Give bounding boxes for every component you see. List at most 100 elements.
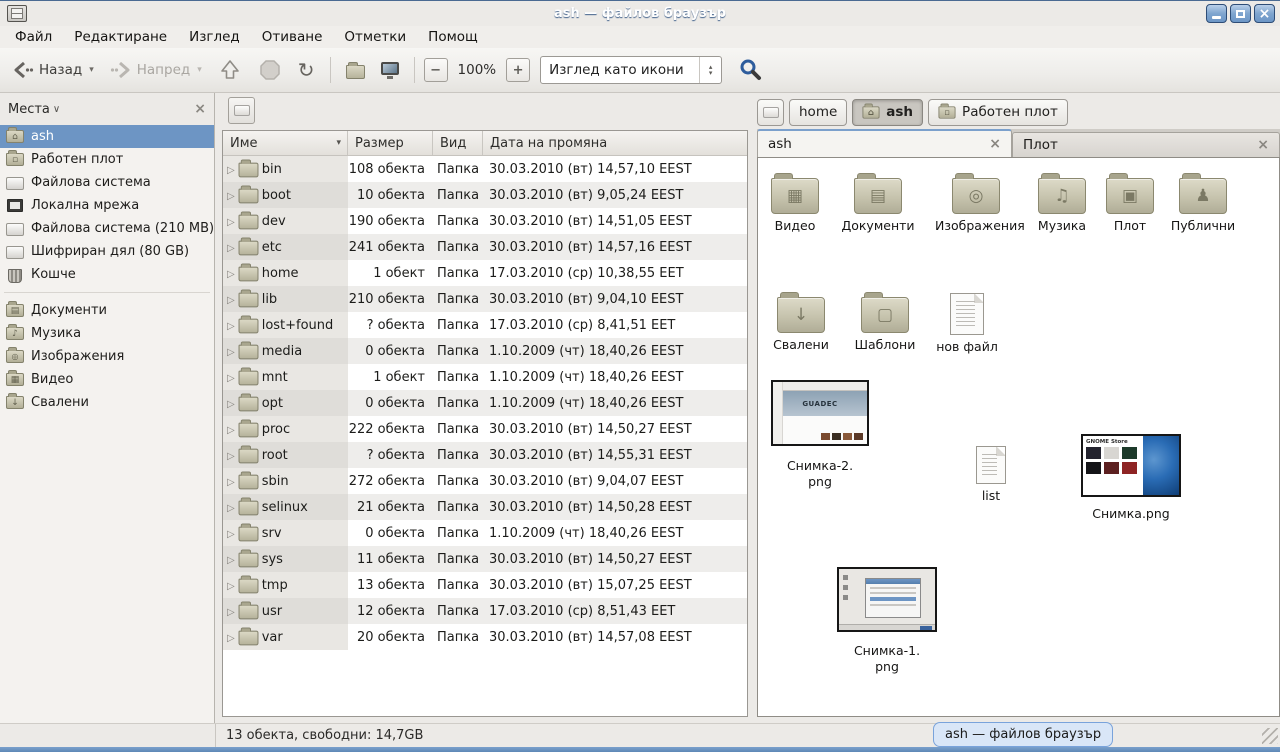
menu-item[interactable]: Отметки	[333, 27, 417, 47]
maximize-button[interactable]	[1230, 4, 1251, 23]
table-row[interactable]: media 0 обекта Папка 1.10.2009 (чт) 18,4…	[223, 338, 747, 364]
table-row[interactable]: proc 222 обекта Папка 30.03.2010 (вт) 14…	[223, 416, 747, 442]
menu-item[interactable]: Редактиране	[63, 27, 178, 47]
expander-icon[interactable]	[227, 422, 235, 437]
menu-item[interactable]: Изглед	[178, 27, 251, 47]
combo-arrows-icon[interactable]: ▴▾	[699, 57, 721, 83]
home-button[interactable]	[340, 57, 371, 83]
back-button[interactable]: Назад ▾	[6, 56, 100, 84]
back-dropdown-icon[interactable]: ▾	[89, 65, 94, 75]
expander-icon[interactable]	[227, 396, 235, 411]
expander-icon[interactable]	[227, 266, 235, 281]
sidebar-place-item[interactable]: Шифриран дял (80 GB)	[0, 240, 214, 263]
folder-item-templates[interactable]: ▢ Шаблони	[843, 289, 927, 353]
table-row[interactable]: lost+found ? обекта Папка 17.03.2010 (ср…	[223, 312, 747, 338]
tab-close-icon[interactable]: ×	[989, 136, 1001, 152]
sidebar-place-item[interactable]: ash	[0, 125, 214, 148]
sidebar-place-item[interactable]: Кошче	[0, 263, 214, 286]
zoom-in-button[interactable]: +	[506, 58, 530, 82]
table-row[interactable]: opt 0 обекта Папка 1.10.2009 (чт) 18,40,…	[223, 390, 747, 416]
column-header-size[interactable]: Размер	[348, 131, 433, 155]
expander-icon[interactable]	[227, 604, 235, 619]
expander-icon[interactable]	[227, 578, 235, 593]
view-mode-select[interactable]: Изглед като икони ▴▾	[540, 56, 722, 84]
column-header-type[interactable]: Вид	[433, 131, 483, 155]
expander-icon[interactable]	[227, 370, 235, 385]
table-row[interactable]: home 1 обект Папка 17.03.2010 (ср) 10,38…	[223, 260, 747, 286]
file-item-snimka[interactable]: Снимка.png	[1081, 502, 1181, 522]
stop-button[interactable]	[252, 54, 288, 86]
table-row[interactable]: selinux 21 обекта Папка 30.03.2010 (вт) …	[223, 494, 747, 520]
table-row[interactable]: lib 210 обекта Папка 30.03.2010 (вт) 9,0…	[223, 286, 747, 312]
taskbar-balloon[interactable]: ash — файлов браузър	[933, 722, 1113, 747]
icon-view[interactable]: ▦ Видео ▤ Документи ◎ Изображения ♫ Музи…	[757, 157, 1280, 717]
table-row[interactable]: boot 10 обекта Папка 30.03.2010 (вт) 9,0…	[223, 182, 747, 208]
expander-icon[interactable]	[227, 448, 235, 463]
close-button[interactable]: ×	[1254, 4, 1275, 23]
file-item-snimka2[interactable]: Снимка-2.png	[784, 454, 856, 490]
expander-icon[interactable]	[227, 474, 235, 489]
tab-ash[interactable]: ash ×	[757, 129, 1012, 157]
filesystem-root-button[interactable]	[228, 97, 255, 124]
forward-button[interactable]: Напред ▾	[104, 56, 208, 84]
path-button-ash[interactable]: ash	[852, 99, 923, 126]
sidebar-bookmark-item[interactable]: Свалени	[0, 391, 214, 414]
tab-close-icon[interactable]: ×	[1257, 137, 1269, 153]
folder-item-video[interactable]: ▦ Видео	[757, 170, 837, 234]
snimka-thumbnail[interactable]: GNOME Store	[1081, 434, 1181, 497]
folder-item-pictures[interactable]: ◎ Изображения	[935, 170, 1017, 234]
snimka-2-thumbnail[interactable]: GUADEC	[771, 380, 869, 446]
expander-icon[interactable]	[227, 526, 235, 541]
tab-plot[interactable]: Плот ×	[1012, 132, 1280, 157]
expander-icon[interactable]	[227, 318, 235, 333]
expander-icon[interactable]	[227, 162, 235, 177]
sidebar-place-item[interactable]: Файлова система (210 MB)	[0, 217, 214, 240]
expander-icon[interactable]	[227, 214, 235, 229]
table-row[interactable]: bin 108 обекта Папка 30.03.2010 (вт) 14,…	[223, 156, 747, 182]
resize-grip[interactable]	[1262, 728, 1278, 744]
table-row[interactable]: tmp 13 обекта Папка 30.03.2010 (вт) 15,0…	[223, 572, 747, 598]
file-item-list[interactable]: list	[956, 446, 1026, 504]
menu-item[interactable]: Файл	[4, 27, 63, 47]
search-button[interactable]	[732, 53, 770, 87]
expander-icon[interactable]	[227, 344, 235, 359]
computer-button[interactable]	[375, 58, 405, 82]
expander-icon[interactable]	[227, 240, 235, 255]
snimka-1-thumbnail[interactable]	[837, 567, 937, 632]
chevron-down-icon[interactable]: ∨	[53, 104, 60, 115]
zoom-out-button[interactable]: −	[424, 58, 448, 82]
sidebar-bookmark-item[interactable]: Документи	[0, 299, 214, 322]
table-row[interactable]: dev 190 обекта Папка 30.03.2010 (вт) 14,…	[223, 208, 747, 234]
up-button[interactable]	[212, 54, 248, 86]
folder-item-desktop[interactable]: ▣ Плот	[1088, 170, 1172, 234]
sidebar-bookmark-item[interactable]: Видео	[0, 368, 214, 391]
column-header-date[interactable]: Дата на промяна	[483, 131, 747, 155]
table-row[interactable]: mnt 1 обект Папка 1.10.2009 (чт) 18,40,2…	[223, 364, 747, 390]
sidebar-bookmark-item[interactable]: Музика	[0, 322, 214, 345]
table-row[interactable]: etc 241 обекта Папка 30.03.2010 (вт) 14,…	[223, 234, 747, 260]
sidebar-title[interactable]: Места	[8, 102, 50, 117]
table-row[interactable]: root ? обекта Папка 30.03.2010 (вт) 14,5…	[223, 442, 747, 468]
expander-icon[interactable]	[227, 552, 235, 567]
path-button-home[interactable]: home	[789, 99, 847, 126]
expander-icon[interactable]	[227, 292, 235, 307]
table-row[interactable]: var 20 обекта Папка 30.03.2010 (вт) 14,5…	[223, 624, 747, 650]
sidebar-place-item[interactable]: Файлова система	[0, 171, 214, 194]
folder-item-downloads[interactable]: ↓ Свалени	[759, 289, 843, 353]
sidebar-close-icon[interactable]: ×	[194, 101, 206, 117]
sidebar-place-item[interactable]: Работен плот	[0, 148, 214, 171]
sidebar-bookmark-item[interactable]: Изображения	[0, 345, 214, 368]
table-row[interactable]: srv 0 обекта Папка 1.10.2009 (чт) 18,40,…	[223, 520, 747, 546]
sidebar-place-item[interactable]: Локална мрежа	[0, 194, 214, 217]
file-item-newfile[interactable]: нов файл	[925, 289, 1009, 355]
file-item-snimka1[interactable]: Снимка-1.png	[851, 639, 923, 675]
expander-icon[interactable]	[227, 630, 235, 645]
minimize-button[interactable]	[1206, 4, 1227, 23]
table-row[interactable]: sbin 272 обекта Папка 30.03.2010 (вт) 9,…	[223, 468, 747, 494]
reload-button[interactable]: ↻	[292, 56, 321, 84]
table-row[interactable]: usr 12 обекта Папка 17.03.2010 (ср) 8,51…	[223, 598, 747, 624]
folder-item-documents[interactable]: ▤ Документи	[836, 170, 920, 234]
table-row[interactable]: sys 11 обекта Папка 30.03.2010 (вт) 14,5…	[223, 546, 747, 572]
column-header-name[interactable]: Име ▾	[223, 131, 348, 155]
expander-icon[interactable]	[227, 500, 235, 515]
